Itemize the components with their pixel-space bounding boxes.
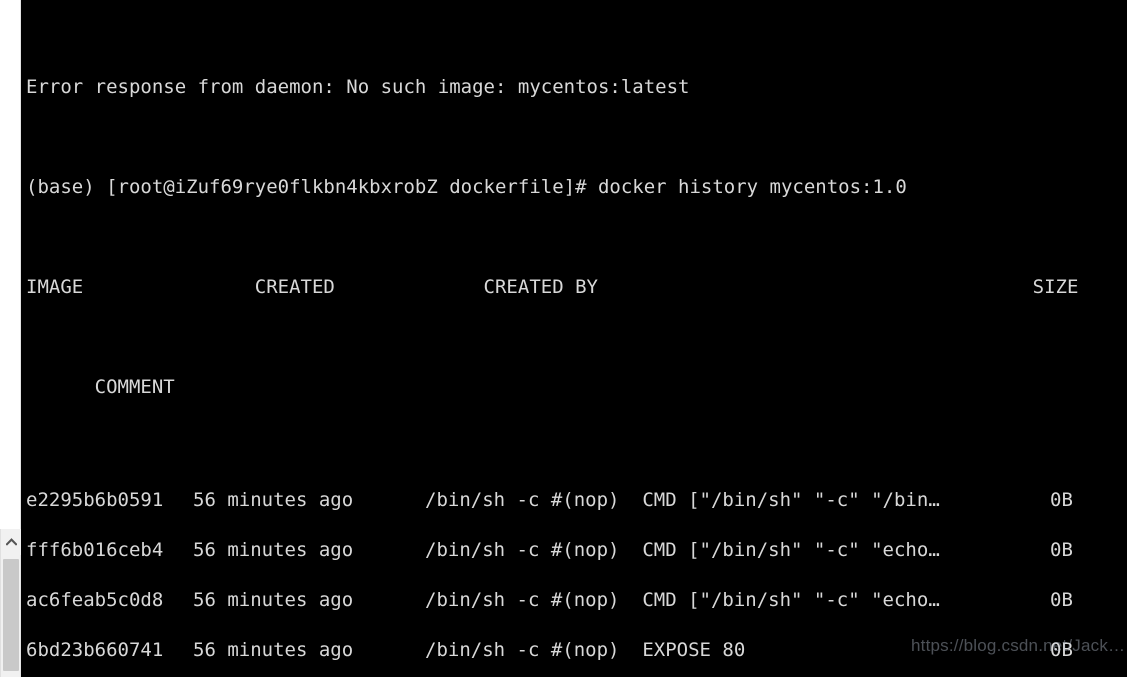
cell-size: 0B bbox=[1050, 539, 1073, 561]
table-row: 6bd23b660741 56 minutes ago/bin/sh -c #(n… bbox=[26, 625, 1127, 675]
terminal-output: Error response from daemon: No such imag… bbox=[26, 0, 1127, 677]
cell-created-by: /bin/sh -c #(nop) EXPOSE 80 bbox=[425, 639, 746, 661]
shell-prompt-line: (base) [root@iZuf69rye0flkbn4kbxrobZ doc… bbox=[26, 176, 907, 198]
cell-size: 0B bbox=[1050, 589, 1073, 611]
cell-created-by: /bin/sh -c #(nop) CMD ["/bin/sh" "-c" "e… bbox=[425, 539, 940, 561]
table-row: fff6b016ceb4 56 minutes ago/bin/sh -c #(n… bbox=[26, 525, 1127, 575]
table-row: ac6feab5c0d8 56 minutes ago/bin/sh -c #(n… bbox=[26, 575, 1127, 625]
history-table-body: e2295b6b0591 56 minutes ago/bin/sh -c #(n… bbox=[26, 475, 1127, 677]
cell-image: e2295b6b0591 bbox=[26, 489, 164, 511]
cell-created-by: /bin/sh -c #(nop) CMD ["/bin/sh" "-c" "/… bbox=[425, 489, 940, 511]
left-side-panel bbox=[0, 0, 21, 677]
scrollbar-thumb[interactable] bbox=[3, 559, 19, 671]
cell-created: 56 minutes ago bbox=[193, 639, 354, 661]
table-header-line-1: IMAGE CREATED CREATED BY SIZE bbox=[26, 276, 1079, 298]
cell-image: ac6feab5c0d8 bbox=[26, 589, 164, 611]
cell-image: fff6b016ceb4 bbox=[26, 539, 164, 561]
cell-size: 0B bbox=[1050, 639, 1073, 661]
terminal-window[interactable]: Error response from daemon: No such imag… bbox=[21, 0, 1127, 677]
screenshot-root: Error response from daemon: No such imag… bbox=[0, 0, 1127, 677]
cell-size: 0B bbox=[1050, 489, 1073, 511]
vertical-scrollbar[interactable] bbox=[0, 529, 21, 677]
table-header-line-2: COMMENT bbox=[26, 376, 175, 398]
cell-created: 56 minutes ago bbox=[193, 589, 354, 611]
scroll-up-button[interactable] bbox=[1, 529, 21, 555]
error-message-line: Error response from daemon: No such imag… bbox=[26, 76, 690, 98]
cell-created: 56 minutes ago bbox=[193, 489, 354, 511]
chevron-up-icon bbox=[5, 538, 17, 546]
table-row: e2295b6b0591 56 minutes ago/bin/sh -c #(n… bbox=[26, 475, 1127, 525]
cell-created-by: /bin/sh -c #(nop) CMD ["/bin/sh" "-c" "e… bbox=[425, 589, 940, 611]
cell-created: 56 minutes ago bbox=[193, 539, 354, 561]
cell-image: 6bd23b660741 bbox=[26, 639, 164, 661]
